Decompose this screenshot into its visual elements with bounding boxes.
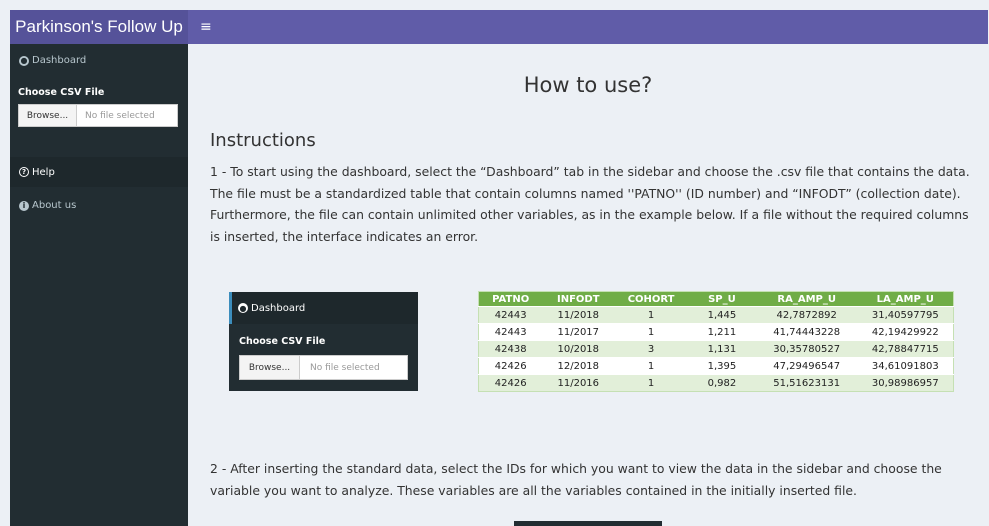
instructions-paragraph-1: 1 - To start using the dashboard, select… (210, 164, 970, 244)
table-cell: 34,61091803 (857, 357, 954, 375)
table-cell: 3 (614, 340, 689, 358)
table-row: 42443 11/2018 1 1,445 42,7872892 31,4059… (478, 306, 954, 324)
tachometer-icon: ● (19, 55, 29, 66)
table-cell: 1 (614, 306, 689, 324)
instructions-paragraph-2: 2 - After inserting the standard data, s… (210, 461, 942, 498)
table-row: 42443 11/2017 1 1,211 41,74443228 42,194… (478, 323, 954, 341)
example-choose-file-label: Choose CSV File (239, 336, 326, 347)
question-circle-icon: ? (19, 167, 29, 177)
tachometer-icon: ● (238, 303, 248, 313)
sidebar-item-label: Dashboard (32, 55, 87, 66)
instructions-heading: Instructions (210, 130, 316, 151)
table-cell: 42426 (478, 357, 543, 375)
column-header: RA_AMP_U (755, 291, 858, 307)
sidebar-item-label: Help (32, 166, 55, 178)
choose-file-label: Choose CSV File (18, 87, 105, 98)
table-cell: 12/2018 (542, 357, 615, 375)
column-header: LA_AMP_U (857, 291, 954, 307)
example-dashboard-label: Dashboard (251, 302, 306, 314)
table-cell: 42438 (478, 340, 543, 358)
hamburger-icon[interactable]: ≡ (200, 10, 212, 44)
example-file-input: Browse... No file selected (239, 355, 408, 380)
next-example-image-edge (514, 521, 662, 526)
table-cell: 1 (614, 374, 689, 392)
top-navbar: ≡ (188, 10, 988, 44)
table-row: 42426 11/2016 1 0,982 51,51623131 30,989… (478, 374, 954, 392)
table-cell: 30,35780527 (755, 340, 858, 358)
table-cell: 42,19429922 (857, 323, 954, 341)
table-cell: 42,78847715 (857, 340, 954, 358)
app-title[interactable]: Parkinson's Follow Up (10, 10, 188, 44)
column-header: PATNO (478, 291, 543, 307)
table-row: 42438 10/2018 3 1,131 30,35780527 42,788… (478, 340, 954, 358)
table-cell: 42426 (478, 374, 543, 392)
sidebar-item-help[interactable]: ? Help (10, 157, 188, 187)
table-cell: 47,29496547 (755, 357, 858, 375)
table-cell: 30,98986957 (857, 374, 954, 392)
table-cell: 31,40597795 (857, 306, 954, 324)
table-cell: 11/2016 (542, 374, 615, 392)
sidebar-item-dashboard[interactable]: ● Dashboard (19, 55, 86, 66)
page-title: How to use? (523, 73, 653, 97)
example-data-table: PATNO INFODT COHORT SP_U RA_AMP_U LA_AMP… (478, 291, 954, 392)
example-browse-button: Browse... (240, 356, 300, 379)
sidebar-item-label: About us (32, 200, 77, 211)
table-cell: 1,395 (688, 357, 756, 375)
table-cell: 1,211 (688, 323, 756, 341)
table-cell: 11/2017 (542, 323, 615, 341)
file-status-text: No file selected (85, 110, 155, 121)
table-cell: 42443 (478, 323, 543, 341)
table-cell: 10/2018 (542, 340, 615, 358)
table-cell: 42443 (478, 306, 543, 324)
column-header: SP_U (688, 291, 756, 307)
sidebar-item-about[interactable]: i About us (19, 200, 76, 211)
table-cell: 0,982 (688, 374, 756, 392)
example-sidebar-image: ● Dashboard Choose CSV File Browse... No… (229, 292, 418, 391)
column-header: COHORT (614, 291, 689, 307)
table-cell: 1 (614, 323, 689, 341)
table-cell: 1,131 (688, 340, 756, 358)
info-circle-icon: i (19, 200, 29, 211)
table-row: 42426 12/2018 1 1,395 47,29496547 34,610… (478, 357, 954, 375)
file-input[interactable]: Browse... No file selected (18, 104, 178, 127)
table-cell: 1 (614, 357, 689, 375)
table-cell: 42,7872892 (755, 306, 858, 324)
column-header: INFODT (542, 291, 615, 307)
table-header-row: PATNO INFODT COHORT SP_U RA_AMP_U LA_AMP… (478, 291, 954, 307)
table-cell: 11/2018 (542, 306, 615, 324)
table-cell: 1,445 (688, 306, 756, 324)
table-cell: 51,51623131 (755, 374, 858, 392)
browse-button[interactable]: Browse... (19, 105, 77, 126)
sidebar: ● Dashboard Choose CSV File Browse... No… (10, 44, 188, 526)
example-dashboard-item: ● Dashboard (229, 292, 418, 324)
example-file-status: No file selected (310, 362, 380, 373)
table-cell: 41,74443228 (755, 323, 858, 341)
